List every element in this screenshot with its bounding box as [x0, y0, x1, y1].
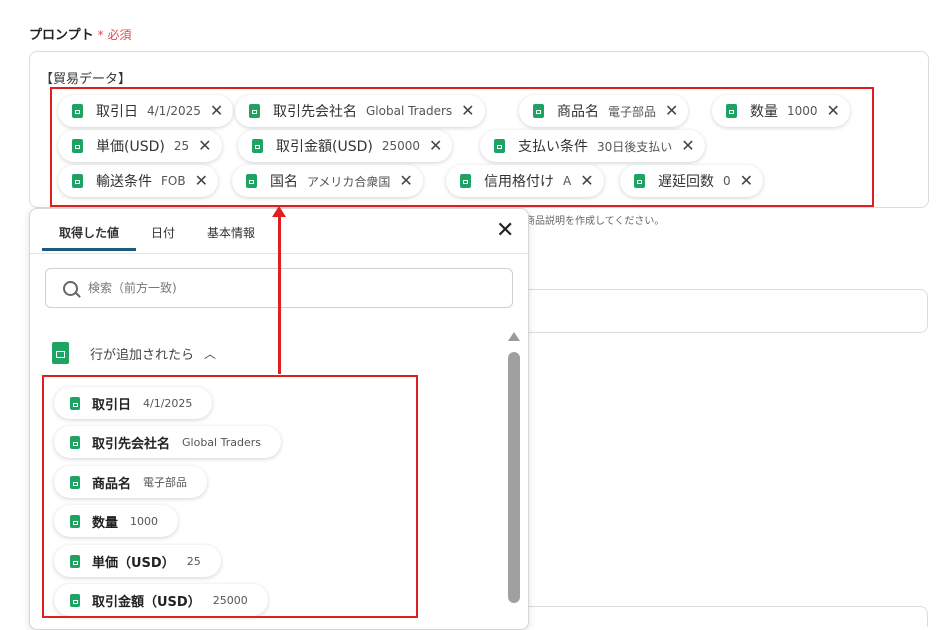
- chevron-up-icon[interactable]: ︿: [204, 345, 216, 362]
- tab-retrieved-values[interactable]: 取得した値: [59, 224, 119, 241]
- tokens-highlight-box: [50, 87, 874, 207]
- required-text: 必須: [107, 28, 132, 42]
- prompt-field-label: プロンプト * 必須: [29, 24, 131, 43]
- prompt-label-text: プロンプト: [29, 28, 94, 43]
- required-asterisk: *: [97, 28, 104, 42]
- items-highlight-box: [42, 375, 418, 618]
- background-input-field[interactable]: [520, 289, 928, 333]
- tab-basic-info[interactable]: 基本情報: [207, 224, 255, 241]
- background-input-field-2[interactable]: [520, 606, 928, 627]
- section-title: 行が追加されたら: [90, 347, 195, 363]
- active-tab-indicator: [42, 248, 136, 251]
- prompt-heading: 【貿易データ】: [40, 72, 132, 87]
- scroll-up-arrow[interactable]: [508, 332, 520, 341]
- prompt-helper-text: 商品説明を作成してください。: [525, 216, 665, 227]
- highlight-arrow-line: [278, 215, 281, 374]
- close-icon[interactable]: ✕: [496, 218, 514, 243]
- search-icon: [63, 280, 78, 296]
- highlight-arrow-head: [272, 206, 286, 217]
- tab-date[interactable]: 日付: [151, 224, 175, 241]
- section-header[interactable]: 行が追加されたら ︿: [52, 342, 216, 364]
- google-sheets-icon: [52, 342, 69, 364]
- scrollbar-thumb[interactable]: [508, 352, 520, 603]
- required-indicator: * 必須: [98, 28, 132, 42]
